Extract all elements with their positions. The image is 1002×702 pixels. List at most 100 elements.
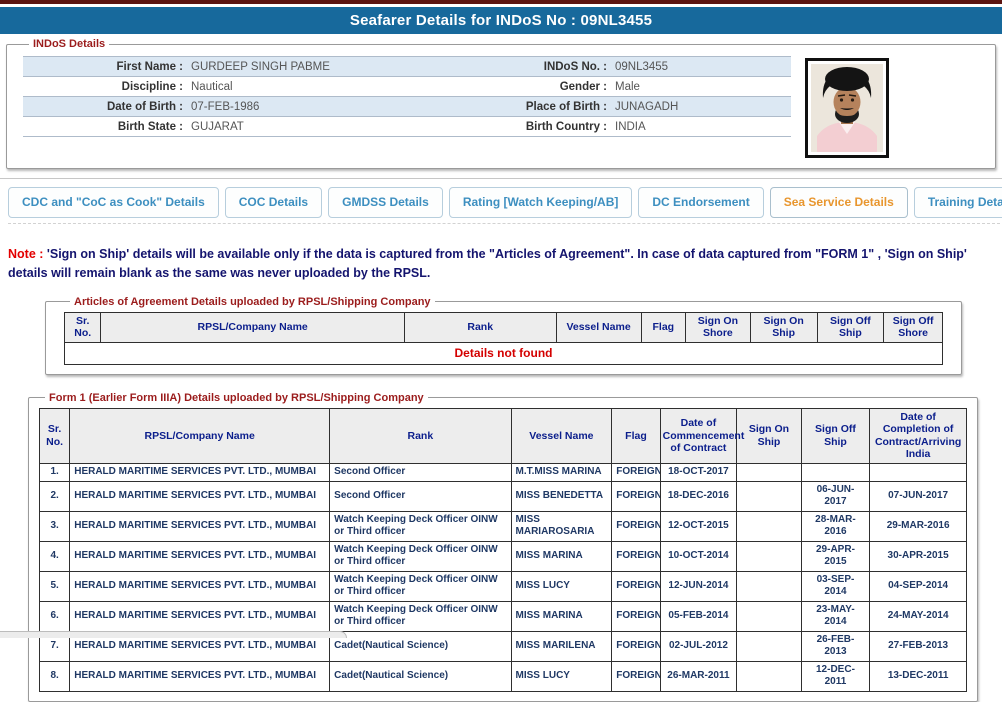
table-cell: Second Officer [330, 464, 511, 482]
table-cell: MISS LUCY [511, 571, 612, 601]
table-cell: 12-DEC-2011 [801, 661, 870, 691]
tab-dc-endorsement[interactable]: DC Endorsement [638, 187, 763, 218]
table-cell: 05-FEB-2014 [660, 601, 737, 631]
table-cell: 03-SEP-2014 [801, 571, 870, 601]
table-cell: FOREIGN [612, 511, 660, 541]
table-cell: 6. [40, 601, 70, 631]
table-cell: MISS BENEDETTA [511, 481, 612, 511]
tab-rating-watch-keeping-ab[interactable]: Rating [Watch Keeping/AB] [449, 187, 633, 218]
column-header: Sr. No. [40, 408, 70, 463]
table-cell: Cadet(Nautical Science) [330, 661, 511, 691]
table-cell: Cadet(Nautical Science) [330, 631, 511, 661]
table-cell: Second Officer [330, 481, 511, 511]
table-cell: 4. [40, 541, 70, 571]
table-cell: Watch Keeping Deck Officer OINW or Third… [330, 571, 511, 601]
table-cell: M.T.MISS MARINA [511, 464, 612, 482]
table-cell: MISS LUCY [511, 661, 612, 691]
table-cell: 1. [40, 464, 70, 482]
column-header: Sign On Ship [737, 408, 801, 463]
form1-table: Sr. No.RPSL/Company NameRankVessel NameF… [39, 408, 967, 692]
table-cell: 29-APR-2015 [801, 541, 870, 571]
table-cell: 8. [40, 661, 70, 691]
form1-header-row: Sr. No.RPSL/Company NameRankVessel NameF… [40, 408, 967, 463]
articles-legend: Articles of Agreement Details uploaded b… [70, 296, 435, 308]
field-label: First Name : [23, 61, 189, 73]
table-cell: 26-MAR-2011 [660, 661, 737, 691]
table-cell: 13-DEC-2011 [870, 661, 967, 691]
tab-sea-service-details[interactable]: Sea Service Details [770, 187, 908, 218]
table-cell: 18-OCT-2017 [660, 464, 737, 482]
details-not-found-message: Details not found [65, 342, 943, 364]
horizontal-scrollbar[interactable] [0, 631, 347, 638]
table-row: 6.HERALD MARITIME SERVICES PVT. LTD., MU… [40, 601, 967, 631]
table-cell: Watch Keeping Deck Officer OINW or Third… [330, 541, 511, 571]
column-header: Rank [404, 312, 556, 342]
table-row: 1.HERALD MARITIME SERVICES PVT. LTD., MU… [40, 464, 967, 482]
table-cell: 27-FEB-2013 [870, 631, 967, 661]
table-cell: 3. [40, 511, 70, 541]
table-cell: Watch Keeping Deck Officer OINW or Third… [330, 601, 511, 631]
table-cell: 5. [40, 571, 70, 601]
field-value: JUNAGADH [613, 101, 791, 113]
table-cell: FOREIGN [612, 541, 660, 571]
table-row: 8.HERALD MARITIME SERVICES PVT. LTD., MU… [40, 661, 967, 691]
field-row: Discipline :NauticalGender :Male [23, 77, 791, 97]
field-value: INDIA [613, 121, 791, 133]
table-row: 3.HERALD MARITIME SERVICES PVT. LTD., MU… [40, 511, 967, 541]
table-cell: HERALD MARITIME SERVICES PVT. LTD., MUMB… [70, 661, 330, 691]
table-cell: 28-MAR- 2016 [801, 511, 870, 541]
field-row: First Name :GURDEEP SINGH PABMEINDoS No.… [23, 57, 791, 77]
page-title: Seafarer Details for INDoS No : 09NL3455 [350, 12, 652, 29]
table-cell: MISS MARINA [511, 601, 612, 631]
table-cell [737, 601, 801, 631]
column-header: Sign Off Ship [817, 312, 884, 342]
articles-of-agreement-fieldset: Articles of Agreement Details uploaded b… [45, 296, 962, 375]
table-cell [737, 571, 801, 601]
note-body: 'Sign on Ship' details will be available… [8, 247, 967, 280]
field-value: GUJARAT [189, 121, 489, 133]
table-cell: FOREIGN [612, 464, 660, 482]
table-cell [870, 464, 967, 482]
table-cell: 04-SEP-2014 [870, 571, 967, 601]
field-value: Male [613, 81, 791, 93]
table-cell [737, 541, 801, 571]
table-cell: FOREIGN [612, 601, 660, 631]
section-divider [0, 178, 1002, 179]
table-cell: HERALD MARITIME SERVICES PVT. LTD., MUMB… [70, 571, 330, 601]
field-label: Birth State : [23, 121, 189, 133]
table-cell: FOREIGN [612, 481, 660, 511]
table-cell: HERALD MARITIME SERVICES PVT. LTD., MUMB… [70, 481, 330, 511]
table-cell: 12-JUN-2014 [660, 571, 737, 601]
table-cell: 23-MAY- 2014 [801, 601, 870, 631]
tab-cdc-and-coc-as-cook-details[interactable]: CDC and "CoC as Cook" Details [8, 187, 219, 218]
table-cell: HERALD MARITIME SERVICES PVT. LTD., MUMB… [70, 511, 330, 541]
table-cell: 06-JUN-2017 [801, 481, 870, 511]
table-cell: 10-OCT-2014 [660, 541, 737, 571]
table-cell: 26-FEB-2013 [801, 631, 870, 661]
field-value: GURDEEP SINGH PABME [189, 61, 489, 73]
table-cell: MISS MARILENA [511, 631, 612, 661]
field-label: Place of Birth : [489, 101, 613, 113]
tab-gmdss-details[interactable]: GMDSS Details [328, 187, 443, 218]
field-value: 09NL3455 [613, 61, 791, 73]
table-cell [737, 631, 801, 661]
table-cell: FOREIGN [612, 571, 660, 601]
field-label: Date of Birth : [23, 101, 189, 113]
articles-table: Sr. No.RPSL/Company NameRankVessel NameF… [64, 312, 943, 365]
table-cell: FOREIGN [612, 631, 660, 661]
title-bar: Seafarer Details for INDoS No : 09NL3455 [0, 7, 1002, 34]
field-value: 07-FEB-1986 [189, 101, 489, 113]
tab-training-details[interactable]: Training Details [914, 187, 1002, 218]
tab-coc-details[interactable]: COC Details [225, 187, 322, 218]
column-header: Sign Off Ship [801, 408, 870, 463]
table-cell: 29-MAR-2016 [870, 511, 967, 541]
indos-details-fieldset: INDoS Details First Name :GURDEEP SINGH … [6, 38, 996, 169]
column-header: Sr. No. [65, 312, 101, 342]
table-cell [801, 464, 870, 482]
form1-details-fieldset: Form 1 (Earlier Form IIIA) Details uploa… [28, 392, 978, 702]
field-label: INDoS No. : [489, 61, 613, 73]
column-header: Vessel Name [511, 408, 612, 463]
table-cell [737, 511, 801, 541]
column-header: Rank [330, 408, 511, 463]
field-row: Birth State :GUJARATBirth Country :INDIA [23, 117, 791, 137]
